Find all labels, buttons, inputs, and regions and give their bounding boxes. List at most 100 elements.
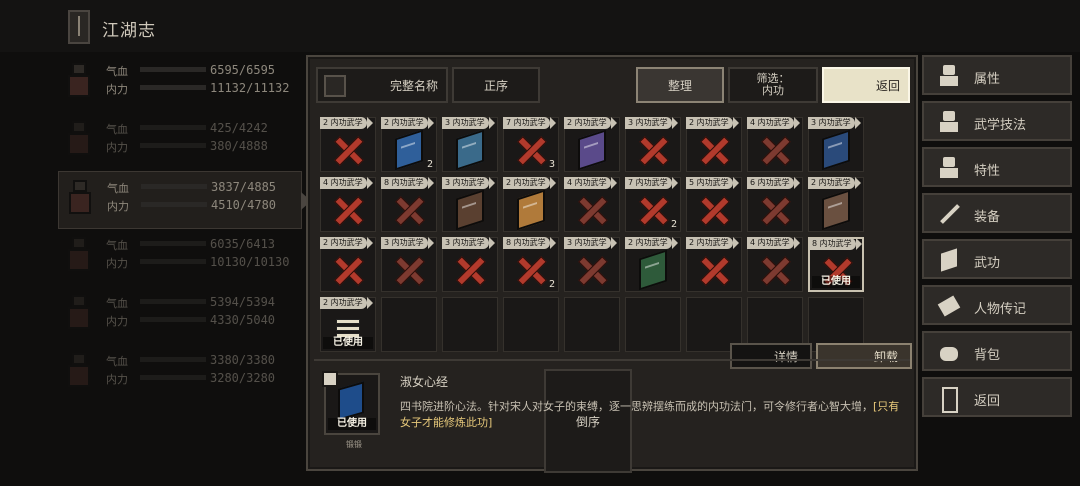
crossed-out-icon: [513, 133, 549, 167]
used-label: 已使用: [323, 337, 373, 349]
party-member[interactable]: 气血 3380/3380 内力 3280/3280: [58, 345, 302, 403]
inventory-slot[interactable]: 2 内功武学: [686, 117, 742, 172]
inventory-slot[interactable]: 8 内功武学 已使用: [808, 237, 864, 292]
item-icon: [330, 193, 366, 227]
inventory-slot[interactable]: 4 内功武学: [747, 237, 803, 292]
menu-item-scroll[interactable]: 人物传记: [922, 285, 1072, 325]
inventory-slot[interactable]: 3 内功武学: [564, 237, 620, 292]
hp-value: 5394/5394: [210, 295, 276, 309]
item-icon: [696, 193, 732, 227]
inventory-slot[interactable]: 8 内功武学: [381, 177, 437, 232]
inventory-slot[interactable]: 2 内功武学: [503, 177, 559, 232]
hp-value: 3380/3380: [210, 353, 276, 367]
inventory-slot[interactable]: 5 内功武学: [686, 177, 742, 232]
checkbox-icon[interactable]: [324, 75, 346, 97]
item-grade-tag: 7 内功武学: [503, 117, 556, 129]
full-name-toggle[interactable]: 完整名称: [316, 67, 448, 103]
hp-bar: [140, 357, 206, 362]
party-member[interactable]: 气血 425/4242 内力 380/4888: [58, 113, 302, 171]
empty-slot[interactable]: [442, 297, 498, 352]
full-name-label: 完整名称: [389, 78, 438, 93]
journal-icon: [68, 10, 90, 44]
mp-value: 4330/5040: [210, 313, 276, 327]
empty-slot[interactable]: [503, 297, 559, 352]
party-member[interactable]: 气血 3837/4885 内力 4510/4780: [58, 171, 311, 229]
hp-value: 6595/6595: [210, 63, 276, 77]
menu-item-martial[interactable]: 武学技法: [922, 101, 1072, 141]
inventory-slot[interactable]: 2 内功武学: [625, 237, 681, 292]
menu-item-door[interactable]: 返回: [922, 377, 1072, 417]
inventory-slot[interactable]: 2 内功武学: [686, 237, 742, 292]
item-grade-tag: 4 内功武学: [320, 177, 373, 189]
item-count: 2: [548, 279, 555, 290]
empty-slot[interactable]: [625, 297, 681, 352]
item-icon: [391, 253, 427, 287]
party-member[interactable]: 气血 6595/6595 内力 11132/11132: [58, 55, 302, 113]
crossed-out-icon: [330, 193, 366, 227]
inventory-slot[interactable]: 2 内功武学: [564, 117, 620, 172]
item-grade-tag: 3 内功武学: [564, 237, 617, 249]
inventory-slot[interactable]: 2 内功武学 2: [381, 117, 437, 172]
party-member[interactable]: 气血 6035/6413 内力 10130/10130: [58, 229, 302, 287]
inventory-slot[interactable]: 4 内功武学: [564, 177, 620, 232]
inventory-slot[interactable]: 2 内功武学 已使用: [320, 297, 376, 352]
menu-item-person[interactable]: 属性: [922, 55, 1072, 95]
menu-item-sword[interactable]: 装备: [922, 193, 1072, 233]
martial-inventory-panel: 完整名称 正序 倒序 整理 筛选： 内功 返回 2 内功武学 2 内功武学 2 3 内…: [306, 55, 918, 473]
inventory-slot[interactable]: 3 内功武学: [625, 117, 681, 172]
item-grade-tag: 2 内功武学: [320, 297, 373, 309]
book-icon: [938, 249, 960, 271]
crossed-out-icon: [635, 133, 671, 167]
inventory-slot[interactable]: 2 内功武学: [320, 237, 376, 292]
crossed-out-icon: [696, 133, 732, 167]
manual-book-icon: [517, 189, 545, 231]
mp-bar: [140, 143, 206, 148]
hp-bar: [140, 67, 206, 72]
menu-item-label: 人物传记: [974, 302, 1027, 317]
item-icon: [757, 133, 793, 167]
ascending-button[interactable]: 正序: [452, 67, 540, 103]
inventory-slot[interactable]: 4 内功武学: [320, 177, 376, 232]
inventory-slot[interactable]: 3 内功武学: [442, 177, 498, 232]
item-name: 淑女心经: [400, 375, 449, 389]
crossed-out-icon: [574, 253, 610, 287]
item-icon: [452, 253, 488, 287]
inventory-slot[interactable]: 4 内功武学: [747, 117, 803, 172]
inventory-slot[interactable]: 2 内功武学: [808, 177, 864, 232]
item-grade-tag: 2 内功武学: [564, 117, 617, 129]
inventory-slot[interactable]: 7 内功武学 3: [503, 117, 559, 172]
empty-slot[interactable]: [381, 297, 437, 352]
item-icon: [330, 133, 366, 167]
item-icon: [635, 193, 671, 227]
filter-button[interactable]: 筛选： 内功: [728, 67, 818, 103]
menu-item-book[interactable]: 武功: [922, 239, 1072, 279]
sort-button[interactable]: 整理: [636, 67, 724, 103]
party-member[interactable]: 气血 5394/5394 内力 4330/5040: [58, 287, 302, 345]
crossed-out-icon: [330, 253, 366, 287]
manual-book-icon: [456, 189, 484, 231]
inventory-slot[interactable]: 2 内功武学: [320, 117, 376, 172]
inventory-slot[interactable]: 3 内功武学: [442, 117, 498, 172]
empty-slot[interactable]: [564, 297, 620, 352]
panel-back-button[interactable]: 返回: [822, 67, 910, 103]
hp-label: 气血: [106, 123, 128, 136]
inventory-slot[interactable]: 6 内功武学: [747, 177, 803, 232]
item-grade-tag: 4 内功武学: [747, 117, 800, 129]
menu-item-label: 属性: [974, 72, 1001, 87]
inventory-slot[interactable]: 7 内功武学 2: [625, 177, 681, 232]
item-grade-tag: 2 内功武学: [808, 177, 861, 189]
inventory-slot[interactable]: 3 内功武学: [381, 237, 437, 292]
hp-bar: [141, 184, 207, 189]
hp-label: 气血: [106, 355, 128, 368]
hp-value: 425/4242: [210, 121, 268, 135]
mp-bar: [141, 202, 207, 207]
inventory-slot[interactable]: 3 内功武学: [442, 237, 498, 292]
inventory-slot[interactable]: 3 内功武学: [808, 117, 864, 172]
menu-item-label: 武功: [974, 256, 1001, 271]
item-grade-tag: 5 内功武学: [686, 177, 739, 189]
menu-item-trait[interactable]: 特性: [922, 147, 1072, 187]
inventory-slot[interactable]: 8 内功武学 2: [503, 237, 559, 292]
menu-item-bag[interactable]: 背包: [922, 331, 1072, 371]
crossed-out-icon: [391, 253, 427, 287]
item-grade-tag: 2 内功武学: [686, 117, 739, 129]
